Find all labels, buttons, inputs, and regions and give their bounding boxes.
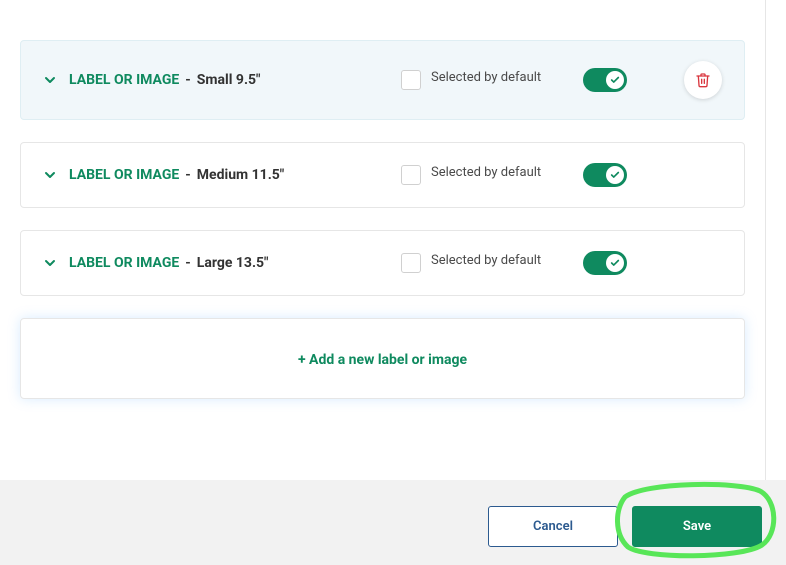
option-prefix: LABEL OR IMAGE <box>69 72 179 88</box>
delete-button[interactable] <box>684 61 722 99</box>
add-label-text: + Add a new label or image <box>298 352 467 368</box>
option-name: Medium 11.5" <box>197 167 284 183</box>
selected-by-default-checkbox[interactable] <box>401 253 421 273</box>
selected-by-default-checkbox[interactable] <box>401 70 421 90</box>
enable-toggle[interactable] <box>583 251 627 275</box>
enable-toggle[interactable] <box>583 163 627 187</box>
option-row: LABEL OR IMAGE - Large 13.5" Selected by… <box>20 230 745 296</box>
toggle-knob <box>606 166 624 184</box>
selected-by-default-checkbox[interactable] <box>401 165 421 185</box>
add-label-or-image-button[interactable]: + Add a new label or image <box>20 318 745 399</box>
option-prefix: LABEL OR IMAGE <box>69 167 179 183</box>
check-icon <box>610 75 620 85</box>
option-name: Small 9.5" <box>197 72 261 88</box>
option-name: Large 13.5" <box>197 255 269 271</box>
selected-by-default-label: Selected by default <box>431 165 541 182</box>
check-icon <box>610 258 620 268</box>
save-button[interactable]: Save <box>632 506 762 547</box>
chevron-down-icon[interactable] <box>43 73 57 87</box>
option-title: LABEL OR IMAGE - Small 9.5" <box>69 72 389 88</box>
toggle-knob <box>606 71 624 89</box>
selected-by-default-group: Selected by default <box>401 253 551 273</box>
selected-by-default-group: Selected by default <box>401 165 551 185</box>
option-prefix: LABEL OR IMAGE <box>69 255 179 271</box>
selected-by-default-label: Selected by default <box>431 70 541 87</box>
check-icon <box>610 170 620 180</box>
option-title: LABEL OR IMAGE - Large 13.5" <box>69 255 389 271</box>
option-row: LABEL OR IMAGE - Small 9.5" Selected by … <box>20 40 745 120</box>
toggle-knob <box>606 254 624 272</box>
trash-icon <box>695 72 711 88</box>
chevron-down-icon[interactable] <box>43 256 57 270</box>
selected-by-default-label: Selected by default <box>431 253 541 270</box>
enable-toggle[interactable] <box>583 68 627 92</box>
footer-actions: Cancel Save <box>0 480 786 565</box>
option-title: LABEL OR IMAGE - Medium 11.5" <box>69 167 389 183</box>
chevron-down-icon[interactable] <box>43 168 57 182</box>
selected-by-default-group: Selected by default <box>401 70 551 90</box>
option-row: LABEL OR IMAGE - Medium 11.5" Selected b… <box>20 142 745 208</box>
cancel-button[interactable]: Cancel <box>488 506 618 547</box>
